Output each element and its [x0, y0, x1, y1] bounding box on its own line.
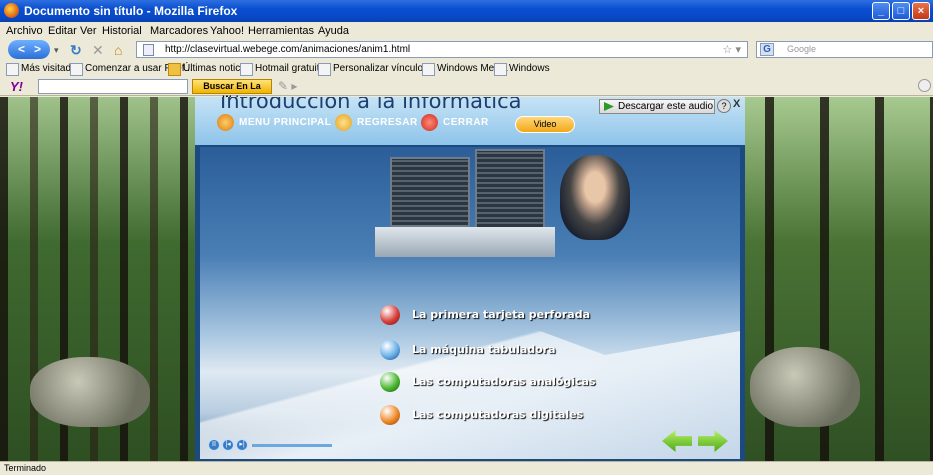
cerrar-button[interactable]: CERRAR	[443, 117, 489, 128]
yahoo-logo-icon[interactable]: Y!	[10, 79, 23, 94]
rock-image	[30, 357, 150, 427]
topic-label: La primera tarjeta perforada	[412, 308, 591, 321]
history-dropdown-icon[interactable]: ▾	[54, 45, 59, 56]
next-icon[interactable]: ▸|	[236, 439, 248, 451]
app-title: Introducción a la informática	[220, 97, 522, 113]
reload-icon[interactable]: ↻	[70, 42, 82, 59]
vintage-computer-image	[390, 157, 470, 227]
firefox-icon	[4, 3, 19, 18]
menu-marcadores[interactable]: Marcadores	[150, 25, 208, 37]
back-button[interactable]: <	[18, 40, 25, 58]
play-icon	[604, 102, 614, 111]
title-bar: Documento sin título - Mozilla Firefox _…	[0, 0, 933, 22]
close-icon[interactable]	[421, 114, 438, 131]
menu-bar: Archivo Editar Ver Historial Marcadores …	[0, 22, 933, 40]
flash-app: Introducción a la informática MENU PRINC…	[195, 97, 745, 461]
close-download-icon[interactable]: X	[733, 98, 740, 110]
yahoo-search-button[interactable]: Buscar En La Web	[192, 79, 272, 104]
download-audio-button[interactable]: Descargar este audio	[599, 99, 715, 114]
audio-player: II |◂ ▸|	[208, 439, 338, 453]
minimize-button[interactable]: _	[872, 2, 890, 20]
stop-icon[interactable]: ✕	[92, 42, 104, 59]
search-input[interactable]: G Google	[756, 41, 933, 58]
navigation-toolbar: < > ▾ ↻ ✕ ⌂ http://clasevirtual.webege.c…	[0, 40, 933, 60]
topic-label: Las computadoras digitales	[412, 408, 584, 421]
menu-herramientas[interactable]: Herramientas	[248, 25, 314, 37]
maximize-button[interactable]: □	[892, 2, 910, 20]
page-content: Introducción a la informática MENU PRINC…	[0, 97, 933, 461]
portrait-image	[560, 155, 630, 240]
menu-yahoo[interactable]: Yahoo!	[210, 25, 244, 37]
red-orb-icon	[380, 305, 400, 325]
menu-editar[interactable]: Editar	[48, 25, 77, 37]
prev-icon[interactable]: |◂	[222, 439, 234, 451]
download-label: Descargar este audio	[618, 101, 714, 112]
help-icon[interactable]: ?	[717, 99, 731, 113]
yahoo-toolbar: Y! Buscar En La Web ✎ ▸	[0, 78, 933, 104]
app-header: Introducción a la informática MENU PRINC…	[195, 97, 745, 145]
forward-button[interactable]: >	[34, 40, 41, 58]
url-text: http://clasevirtual.webege.com/animacion…	[165, 44, 411, 55]
home-icon[interactable]	[217, 114, 234, 131]
status-bar: Terminado	[0, 461, 933, 475]
page-icon	[143, 44, 154, 56]
menu-principal-button[interactable]: MENU PRINCIPAL	[239, 117, 331, 128]
menu-archivo[interactable]: Archivo	[6, 25, 43, 37]
video-button[interactable]: Video	[515, 116, 575, 133]
bookmarks-toolbar: Más visitados Comenzar a usar Firef... Ú…	[0, 60, 933, 78]
topic-label: Las computadoras analógicas	[412, 375, 596, 388]
status-text: Terminado	[4, 463, 47, 473]
bookmark-hotmail[interactable]: Hotmail gratuito	[240, 63, 325, 76]
regresar-button[interactable]: REGRESAR	[357, 117, 418, 128]
audio-progress-track[interactable]	[252, 444, 332, 447]
address-bar[interactable]: http://clasevirtual.webege.com/animacion…	[136, 41, 748, 58]
blue-orb-icon	[380, 340, 400, 360]
bookmark-personalizar[interactable]: Personalizar vínculos	[318, 63, 428, 76]
close-button[interactable]: ×	[912, 2, 930, 20]
back-arrow-icon[interactable]	[335, 114, 352, 131]
green-orb-icon	[380, 372, 400, 392]
menu-historial[interactable]: Historial	[102, 25, 142, 37]
yahoo-search-input[interactable]	[38, 79, 188, 94]
app-stage: La primera tarjeta perforada La máquina …	[200, 147, 740, 459]
menu-ayuda[interactable]: Ayuda	[318, 25, 349, 37]
rock-image	[750, 347, 860, 427]
bookmark-windows[interactable]: Windows	[494, 63, 550, 76]
search-placeholder: Google	[787, 44, 817, 54]
toolbar-settings-icon[interactable]	[918, 79, 931, 92]
menu-ver[interactable]: Ver	[80, 25, 97, 37]
pencil-icon[interactable]: ✎ ▸	[278, 79, 297, 93]
star-icon[interactable]: ☆ ▾	[723, 43, 741, 56]
home-icon[interactable]: ⌂	[114, 42, 122, 58]
vintage-computer-image	[475, 149, 545, 229]
back-forward-buttons: < >	[8, 40, 50, 59]
computer-table-image	[375, 227, 555, 257]
search-engine-icon[interactable]: G	[760, 43, 774, 56]
topic-label: La máquina tabuladora	[412, 343, 556, 356]
orange-orb-icon	[380, 405, 400, 425]
pause-icon[interactable]: II	[208, 439, 220, 451]
window-title: Documento sin título - Mozilla Firefox	[24, 4, 238, 18]
